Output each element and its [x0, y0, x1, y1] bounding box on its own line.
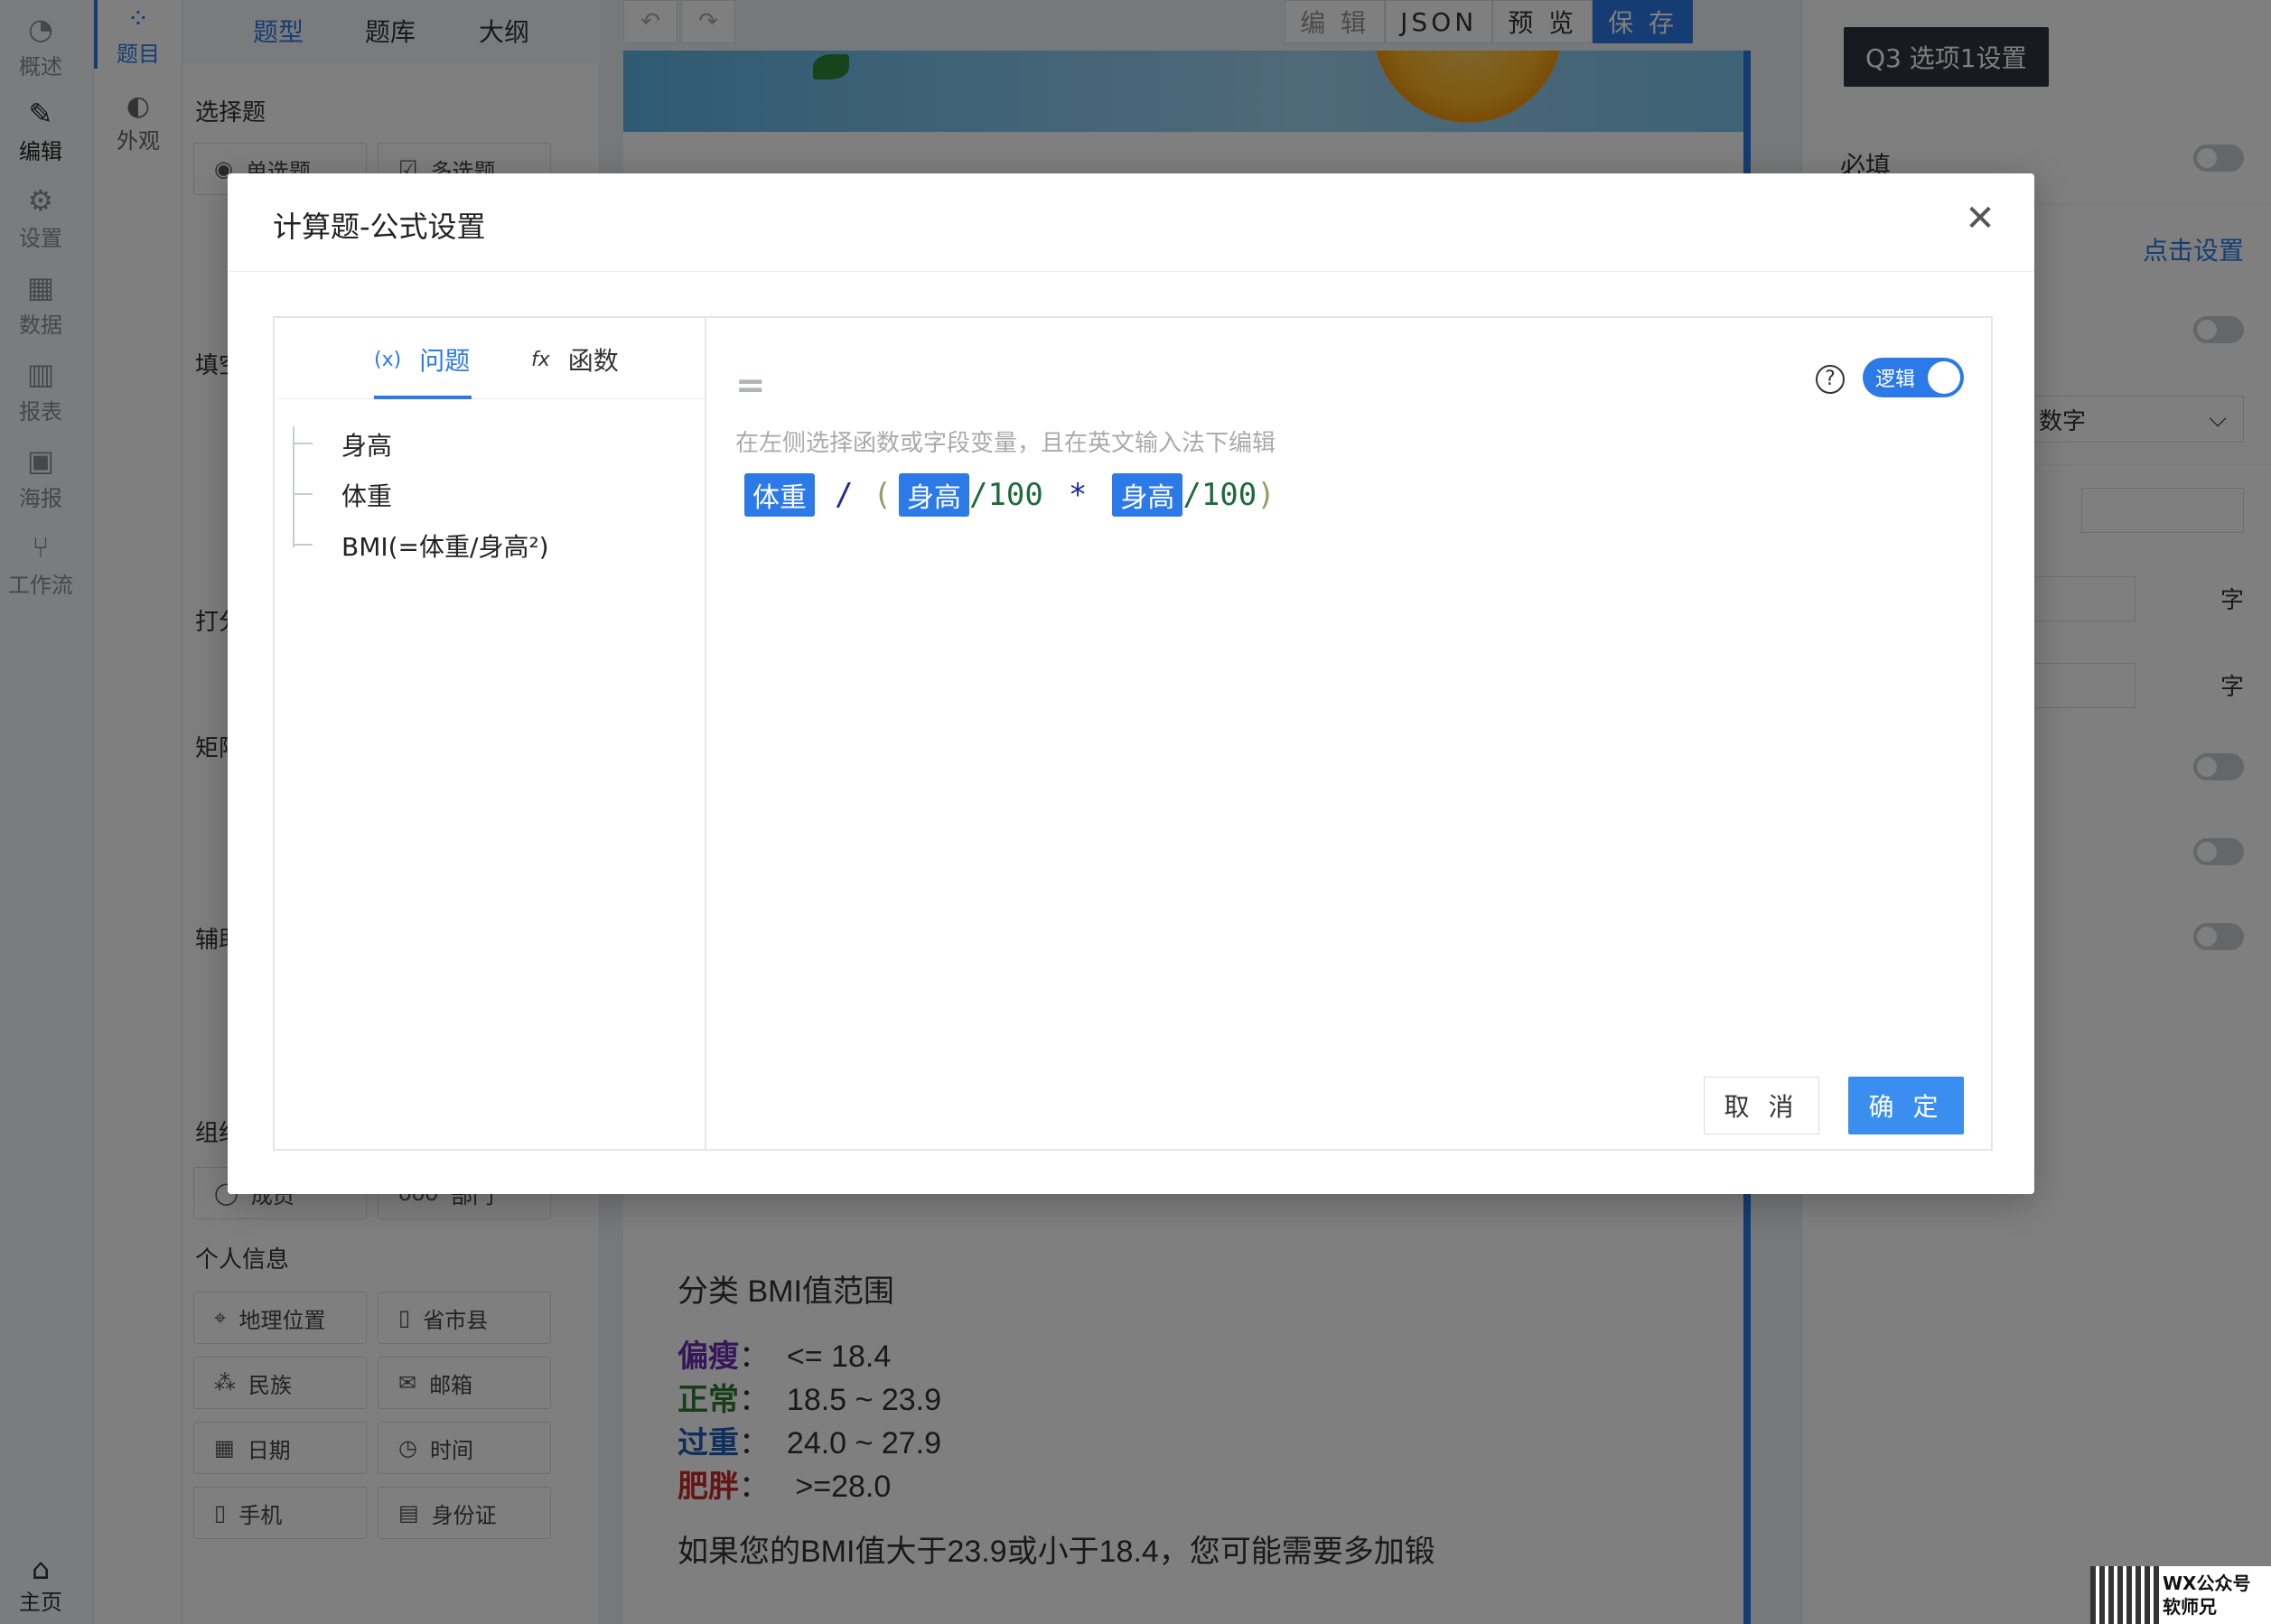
field-height[interactable]: 身高 [293, 426, 392, 462]
cancel-button[interactable]: 取 消 [1704, 1077, 1819, 1134]
confirm-button[interactable]: 确 定 [1848, 1077, 1964, 1134]
formula-var-height[interactable]: 身高 [898, 473, 969, 517]
formula-dialog: 计算题-公式设置 ✕ (x) 问题 fx 函数 身高 体重 BMI(=体重/身高… [228, 173, 2034, 1194]
equals-sign: = [735, 365, 766, 406]
formula-divisor: /100 [968, 477, 1043, 513]
variable-icon: (x) [374, 348, 402, 371]
tab-underline [374, 396, 472, 399]
field-weight[interactable]: 体重 [293, 477, 392, 513]
help-icon[interactable]: ? [1816, 365, 1845, 394]
formula-divisor: /100 [1182, 477, 1257, 513]
tab-questions[interactable]: (x) 问题 [374, 341, 470, 378]
field-bmi[interactable]: BMI(=体重/身高²) [293, 527, 549, 564]
editor-hint: 在左侧选择函数或字段变量，且在英文输入法下编辑 [735, 430, 1276, 457]
function-icon: fx [531, 348, 550, 371]
formula-editor[interactable]: = ? 逻辑 在左侧选择函数或字段变量，且在英文输入法下编辑 体重 / ( 身高… [708, 318, 1991, 1149]
watermark: WX公众号 软师兄 [2090, 1566, 2271, 1624]
variable-tabs: (x) 问题 fx 函数 [275, 318, 705, 399]
tab-functions[interactable]: fx 函数 [531, 341, 619, 378]
tab-questions-label: 问题 [419, 346, 471, 376]
tab-functions-label: 函数 [567, 346, 619, 376]
formula-paren: ( [873, 477, 892, 513]
dialog-body: (x) 问题 fx 函数 身高 体重 BMI(=体重/身高²) = ? 逻辑 在… [273, 316, 1993, 1151]
dialog-title: 计算题-公式设置 [273, 210, 486, 244]
formula-operator: / [835, 477, 854, 513]
watermark-line2: 软师兄 [2163, 1596, 2217, 1618]
formula-var-weight[interactable]: 体重 [744, 473, 815, 517]
field-label: 体重 [341, 481, 393, 511]
close-button[interactable]: ✕ [1964, 201, 1996, 237]
field-label: BMI(=体重/身高²) [341, 532, 549, 562]
formula-paren: ) [1257, 477, 1276, 513]
watermark-line1: WX公众号 [2163, 1573, 2251, 1594]
logic-toggle-label: 逻辑 [1875, 369, 1916, 391]
formula-operator: * [1068, 477, 1088, 513]
qr-code-icon [2090, 1566, 2159, 1624]
field-label: 身高 [341, 431, 393, 461]
close-icon: ✕ [1965, 198, 1995, 239]
variable-panel: (x) 问题 fx 函数 身高 体重 BMI(=体重/身高²) [275, 318, 706, 1149]
logic-toggle[interactable]: 逻辑 [1863, 358, 1964, 397]
formula-var-height[interactable]: 身高 [1112, 473, 1183, 517]
formula-expression[interactable]: 体重 / ( 身高 /100 * 身高 /100 ) [744, 473, 1276, 517]
